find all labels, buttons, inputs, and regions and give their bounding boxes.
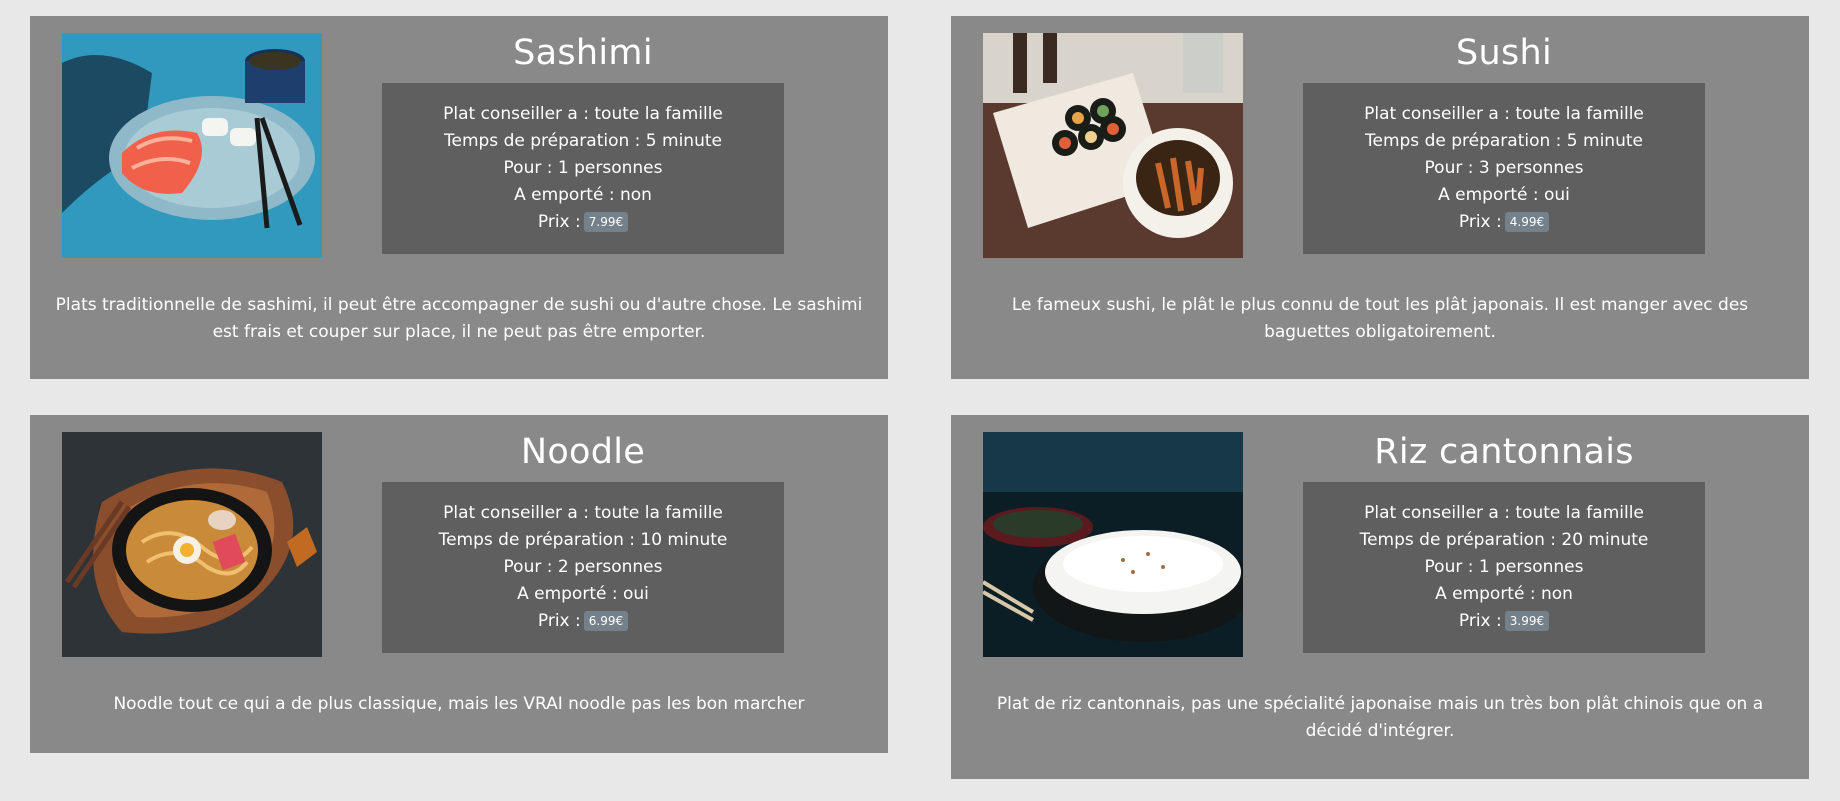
dish-info-box: Plat conseiller a : toute la famille Tem… — [382, 482, 784, 653]
noodle-photo — [62, 432, 322, 657]
dish-description: Plats traditionnelle de sashimi, il peut… — [55, 295, 863, 342]
price-label: Prix : — [537, 611, 581, 631]
price-row: Prix :7.99€ — [382, 209, 784, 236]
prep-time: Temps de préparation : 5 minute — [1365, 131, 1643, 151]
dish-title: Noodle — [520, 432, 646, 472]
price-label: Prix : — [1458, 611, 1502, 631]
servings: Pour : 1 personnes — [503, 158, 663, 178]
recommended-for: Plat conseiller a : toute la famille — [443, 104, 723, 124]
takeaway: A emporté : non — [514, 185, 652, 205]
prep-time: Temps de préparation : 10 minute — [438, 530, 728, 550]
takeaway: A emporté : non — [1435, 584, 1573, 604]
price-row: Prix :4.99€ — [1303, 209, 1705, 236]
prep-time: Temps de préparation : 20 minute — [1359, 530, 1649, 550]
sashimi-photo — [62, 33, 322, 258]
recommended-for: Plat conseiller a : toute la famille — [1364, 104, 1644, 124]
recommended-for: Plat conseiller a : toute la famille — [1364, 503, 1644, 523]
price-row: Prix :6.99€ — [382, 608, 784, 635]
price-row: Prix :3.99€ — [1303, 608, 1705, 635]
dish-info-box: Plat conseiller a : toute la famille Tem… — [1303, 482, 1705, 653]
servings: Pour : 3 personnes — [1424, 158, 1584, 178]
dish-title: Riz cantonnais — [1374, 432, 1634, 472]
rice-photo — [983, 432, 1243, 657]
dish-card-sashimi: Sashimi Plat conseiller a : toute la fam… — [30, 16, 888, 379]
price-badge: 7.99€ — [583, 212, 629, 232]
price-badge: 4.99€ — [1504, 212, 1550, 232]
dish-card-sushi: Sushi Plat conseiller a : toute la famil… — [951, 16, 1809, 379]
dish-description: Plat de riz cantonnais, pas une spéciali… — [996, 694, 1764, 741]
recommended-for: Plat conseiller a : toute la famille — [443, 503, 723, 523]
dish-info-box: Plat conseiller a : toute la famille Tem… — [1303, 83, 1705, 254]
price-label: Prix : — [1458, 212, 1502, 232]
dish-card-riz-cantonnais: Riz cantonnais Plat conseiller a : toute… — [951, 415, 1809, 779]
dish-title: Sushi — [1455, 33, 1553, 73]
price-badge: 3.99€ — [1504, 611, 1550, 631]
servings: Pour : 1 personnes — [1424, 557, 1584, 577]
prep-time: Temps de préparation : 5 minute — [444, 131, 722, 151]
dish-description: Noodle tout ce qui a de plus classique, … — [113, 694, 805, 714]
dish-description: Le fameux sushi, le plât le plus connu d… — [1011, 295, 1749, 342]
dish-title: Sashimi — [513, 33, 653, 73]
takeaway: A emporté : oui — [517, 584, 649, 604]
dish-card-noodle: Noodle Plat conseiller a : toute la fami… — [30, 415, 888, 753]
takeaway: A emporté : oui — [1438, 185, 1570, 205]
dish-info-box: Plat conseiller a : toute la famille Tem… — [382, 83, 784, 254]
price-label: Prix : — [537, 212, 581, 232]
price-badge: 6.99€ — [583, 611, 629, 631]
servings: Pour : 2 personnes — [503, 557, 663, 577]
sushi-photo — [983, 33, 1243, 258]
